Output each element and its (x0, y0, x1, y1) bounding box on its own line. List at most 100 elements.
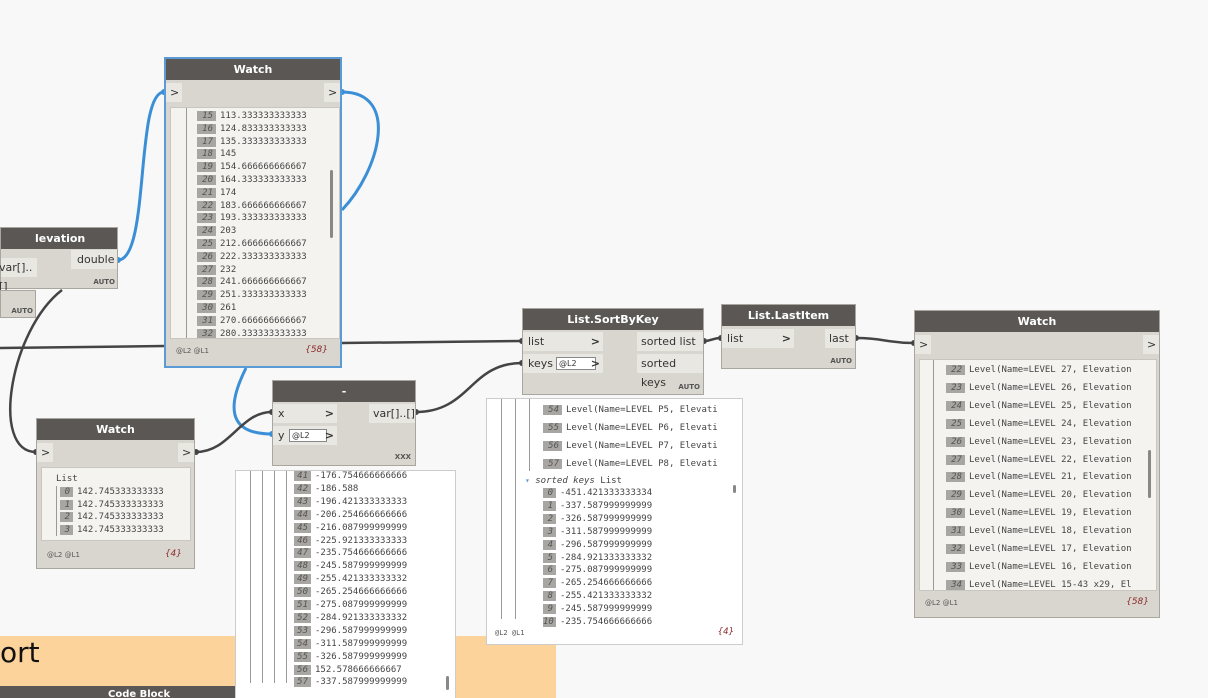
tree-line (186, 108, 187, 338)
minus-y-level[interactable]: @L2 (289, 429, 327, 442)
list-item: 55 -326.587999999999 (294, 651, 407, 664)
list-item-value: -326.587999999999 (560, 513, 653, 524)
list-item-index: 56 (543, 440, 562, 451)
minus-footer: XXX (394, 453, 411, 461)
tree-line (286, 471, 287, 683)
list-item: 7 -265.254666666666 (543, 577, 652, 590)
sortbykey-keys-port[interactable]: keys @L2 > (523, 354, 603, 373)
watch-right-output-port[interactable]: > (1143, 335, 1159, 354)
list-item-index: 27 (197, 264, 216, 275)
minus-preview-scrollbar[interactable] (446, 676, 449, 690)
list-item-value: 142.745333333333 (77, 524, 164, 535)
list-item-index: 30 (946, 508, 965, 519)
list-item-index: 6 (543, 565, 556, 576)
sortbykey-preview[interactable]: 54 Level(Name=LEVEL P5, Elevati 55 Level(Na… (486, 398, 743, 645)
watch-right-value-list[interactable]: 22 Level(Name=LEVEL 27, Elevation 23 Level(… (919, 359, 1157, 591)
list-item-value: -296.587999999999 (315, 625, 408, 636)
list-item-index: 26 (197, 251, 216, 262)
sortbykey-list-port[interactable]: list > (523, 332, 603, 351)
list-item-index: 33 (946, 561, 965, 572)
list-item-value: 212.666666666667 (220, 239, 307, 249)
watch-top-input-chevron: > (170, 86, 180, 99)
graph-canvas[interactable]: ort Code Block levation var[]..] double… (0, 0, 1208, 698)
list-item-index: 41 (294, 471, 311, 481)
sortbykey-node[interactable]: List.SortByKey list > keys @L2 > sorted l… (522, 308, 704, 395)
watch-small-value-list[interactable]: List 0 142.745333333333 1 142.745333333333 2… (41, 467, 191, 541)
list-item-value: 164.333333333333 (220, 175, 307, 185)
list-item-value: Level(Name=LEVEL 27, Elevation (969, 365, 1132, 375)
list-item: 41 -176.754666666666 (294, 471, 407, 483)
wire-sorted-to-lastitem (703, 336, 722, 343)
watch-right-input-chevron: > (919, 338, 929, 351)
list-item-value: Level(Name=LEVEL 25, Elevation (969, 400, 1132, 411)
minus-output-port[interactable]: var[]..[] (369, 404, 415, 423)
list-item-index: 10 (543, 617, 556, 627)
elevation-output-port[interactable]: double (71, 250, 117, 269)
lastitem-list-label: list (727, 332, 744, 345)
watch-small-output-port[interactable]: > (178, 443, 194, 462)
list-item-value: 251.333333333333 (220, 290, 307, 301)
watch-node-small[interactable]: Watch > > List 0 142.745333333333 1 142.745… (36, 418, 195, 569)
list-item: 25 Level(Name=LEVEL 24, Elevation (946, 418, 1132, 431)
list-item-index: 22 (197, 200, 216, 211)
list-item-value: -255.421333333332 (315, 574, 408, 585)
sortbykey-sorted-list-port[interactable]: sorted list (637, 332, 703, 351)
watch-small-input-port[interactable]: > (37, 443, 53, 462)
list-item-index: 54 (294, 638, 311, 649)
list-item-value: 142.745333333333 (77, 499, 164, 510)
list-item: 24 Level(Name=LEVEL 25, Elevation (946, 400, 1132, 413)
list-item: 32 280.333333333333 (197, 328, 307, 338)
list-item: 43 -196.421333333333 (294, 496, 407, 509)
list-item-value: 142.745333333333 (77, 487, 164, 497)
list-item-index: 0 (543, 488, 556, 498)
watch-top-output-port[interactable]: > (324, 83, 340, 102)
minus-node[interactable]: - x > y @L2 > var[]..[] XXX (272, 380, 416, 466)
lastitem-last-port[interactable]: last (825, 329, 855, 348)
watch-node-right[interactable]: Watch > > 22 Level(Name=LEVEL 27, Elevati… (914, 310, 1160, 618)
minus-preview-list[interactable]: 41 -176.754666666666 42 -186.588 43 -196.4213… (235, 470, 456, 698)
left-node-stub[interactable]: AUTO (0, 290, 36, 318)
minus-y-port[interactable]: y @L2 > (273, 426, 337, 445)
list-item: 4 -296.587999999999 (543, 539, 652, 552)
list-item: 1 142.745333333333 (60, 499, 164, 512)
list-item: 54 Level(Name=LEVEL P5, Elevati (543, 404, 718, 417)
watch-right-scrollbar[interactable] (1148, 450, 1151, 498)
watch-node-top[interactable]: Watch > > 15 113.333333333333 16 124.833333… (164, 57, 342, 368)
minus-x-port[interactable]: x > (273, 404, 337, 423)
list-item-index: 8 (543, 591, 556, 602)
watch-right-input-port[interactable]: > (915, 335, 931, 354)
lastitem-list-port[interactable]: list > (722, 329, 794, 348)
tree-line (262, 471, 263, 683)
elevation-node-title: levation (1, 228, 117, 249)
list-item: 45 -216.087999999999 (294, 522, 407, 535)
minus-node-title: - (273, 381, 415, 402)
list-item-value: -284.921333333332 (560, 552, 653, 563)
list-item-index: 2 (543, 513, 556, 524)
list-item-index: 30 (197, 303, 216, 313)
list-item: 52 -284.921333333332 (294, 612, 407, 625)
list-item: 53 -296.587999999999 (294, 625, 407, 638)
list-item-index: 55 (543, 422, 562, 433)
wire-watch-output-loop (340, 90, 380, 212)
expand-chevron-icon[interactable]: ▾ (525, 476, 530, 485)
list-item-index: 16 (197, 123, 216, 134)
watch-top-value-list[interactable]: 15 113.333333333333 16 124.833333333333 17 13… (170, 107, 340, 339)
elevation-node[interactable]: levation var[]..[] double AUTO (0, 227, 118, 293)
sortbykey-title: List.SortByKey (523, 309, 703, 330)
list-item-index: 45 (294, 522, 311, 533)
list-item: 24 203 (197, 225, 236, 238)
tree-line (515, 399, 516, 619)
lastitem-node[interactable]: List.LastItem list > last AUTO (721, 304, 856, 369)
sortbykey-preview-scrollbar[interactable] (733, 485, 736, 493)
watch-top-input-port[interactable]: > (166, 83, 182, 102)
list-item-value: 261 (220, 303, 237, 313)
elevation-input-port[interactable]: var[]..[] (0, 258, 37, 293)
list-item-value: -451.421333333334 (560, 488, 653, 498)
list-item-index: 57 (294, 677, 311, 688)
list-item-value: 183.666666666667 (220, 200, 307, 211)
watch-top-scrollbar[interactable] (330, 170, 333, 238)
list-item: 44 -206.254666666666 (294, 509, 407, 522)
list-item-value: Level(Name=LEVEL 20, Elevation (969, 490, 1132, 501)
list-item-value: 203 (220, 226, 237, 237)
sortbykey-sorted-keys-port[interactable]: sorted keys (637, 354, 703, 389)
